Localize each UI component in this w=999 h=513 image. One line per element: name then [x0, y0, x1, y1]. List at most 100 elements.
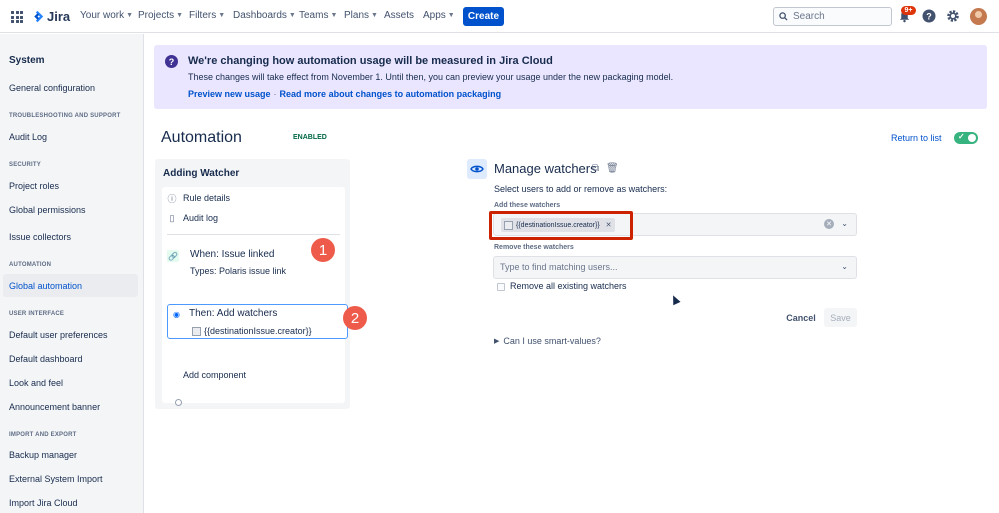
help-icon: ? [922, 9, 936, 23]
remove-watchers-field[interactable]: Type to find matching users... ⌄ [493, 256, 857, 279]
search-input[interactable]: Search [773, 7, 892, 26]
add-component-dot-icon [175, 399, 182, 406]
sidebar-item-global-automation[interactable]: Global automation [9, 281, 82, 291]
chevron-down-icon: ▼ [330, 12, 338, 19]
remove-all-label[interactable]: Remove all existing watchers [510, 281, 627, 291]
sidebar-item-default-dashboard[interactable]: Default dashboard [9, 354, 83, 364]
smart-values-label: Can I use smart-values? [503, 336, 601, 346]
sidebar-section-security: SECURITY [9, 162, 41, 168]
sidebar-item-global-permissions[interactable]: Global permissions [9, 205, 86, 215]
action-card-add-watchers[interactable]: ◉ Then: Add watchers {{destinationIssue.… [167, 304, 348, 339]
annotation-marker-1: 1 [311, 238, 335, 262]
divider [167, 234, 340, 235]
sidebar-item-audit-log[interactable]: Audit Log [9, 132, 47, 142]
nav-teams[interactable]: Teams ▼ [299, 10, 337, 21]
smart-values-expander[interactable]: ▶ Can I use smart-values? [494, 336, 601, 346]
highlight-box [489, 211, 633, 240]
link-icon: 🔗 [167, 250, 179, 262]
banner-title: We're changing how automation usage will… [188, 55, 553, 67]
rule-details-label: Rule details [183, 193, 231, 203]
banner-links: Preview new usage · Read more about change… [188, 89, 501, 99]
preview-usage-link[interactable]: Preview new usage [188, 89, 271, 99]
rule-details-item[interactable]: ⓘ Rule details [167, 193, 231, 204]
remove-all-checkbox[interactable] [497, 283, 505, 291]
jira-logo-icon [34, 10, 44, 23]
trash-icon[interactable]: 🗑 [606, 163, 619, 174]
gear-icon [947, 10, 959, 22]
sidebar-item-external-system-import[interactable]: External System Import [9, 474, 103, 484]
sidebar-item-announcement-banner[interactable]: Announcement banner [9, 402, 100, 412]
audit-log-item[interactable]: ▯ Audit log [167, 212, 219, 224]
rule-name[interactable]: Adding Watcher [163, 168, 239, 179]
nav-assets[interactable]: Assets [384, 10, 414, 21]
sidebar-section-user-interface: USER INTERFACE [9, 311, 65, 317]
search-icon [779, 12, 788, 21]
nav-label: Plans [344, 10, 370, 21]
nav-your-work[interactable]: Your work ▼ [80, 10, 133, 21]
sidebar-title: System [9, 55, 45, 66]
sidebar-section-automation: AUTOMATION [9, 262, 52, 268]
sidebar-section-import-export: IMPORT AND EXPORT [9, 432, 77, 438]
action-subtitle-text: {{destinationIssue.creator}} [204, 326, 312, 336]
create-button[interactable]: Create [463, 7, 504, 26]
sidebar-item-project-roles[interactable]: Project roles [9, 181, 59, 191]
return-to-list-link[interactable]: Return to list [891, 133, 942, 143]
trigger-title[interactable]: When: Issue linked [190, 249, 275, 260]
sidebar-item-issue-collectors[interactable]: Issue collectors [9, 232, 71, 242]
sidebar-item-default-user-preferences[interactable]: Default user preferences [9, 330, 108, 340]
add-watchers-label: Add these watchers [494, 202, 561, 209]
remove-watchers-label: Remove these watchers [494, 244, 574, 251]
avatar[interactable] [970, 8, 987, 25]
nav-filters[interactable]: Filters ▼ [189, 10, 225, 21]
nav-projects[interactable]: Projects ▼ [138, 10, 183, 21]
help-button[interactable]: ? [921, 8, 937, 24]
config-title: Manage watchers [494, 161, 597, 176]
rule-enabled-toggle[interactable]: ✓ [954, 132, 978, 144]
info-banner: ? We're changing how automation usage wi… [154, 45, 987, 109]
nav-plans[interactable]: Plans ▼ [344, 10, 378, 21]
settings-button[interactable] [945, 8, 961, 24]
clear-icon[interactable]: ✕ [824, 219, 834, 229]
user-avatar-placeholder-icon [192, 326, 201, 336]
info-icon: ⓘ [167, 193, 177, 204]
chevron-down-icon: ▼ [176, 12, 184, 19]
banner-text: These changes will take effect from Nove… [188, 72, 674, 82]
sidebar-item-general-configuration[interactable]: General configuration [9, 83, 95, 93]
chevron-down-icon[interactable]: ⌄ [841, 219, 848, 228]
save-button[interactable]: Save [824, 308, 857, 327]
nav-label: Assets [384, 10, 415, 21]
eye-icon: ◉ [173, 310, 180, 319]
document-icon: ▯ [169, 212, 175, 223]
add-component-button[interactable]: Add component [183, 370, 246, 380]
nav-label: Filters [189, 10, 217, 21]
config-description: Select users to add or remove as watcher… [494, 184, 668, 194]
sidebar: System General configuration TROUBLESHOO… [0, 34, 144, 513]
nav-label: Projects [138, 10, 175, 21]
check-icon: ✓ [958, 132, 965, 141]
nav-label: Apps [423, 10, 446, 21]
nav-dashboards[interactable]: Dashboards ▼ [233, 10, 296, 21]
copy-icon[interactable]: ⧉ [592, 163, 599, 174]
app-switcher-icon[interactable] [11, 11, 23, 23]
link-separator: · [273, 89, 277, 99]
page-title: Automation [161, 129, 242, 146]
nav-label: Teams [299, 10, 329, 21]
jira-logo[interactable]: Jira [31, 9, 70, 24]
audit-log-label: Audit log [183, 213, 219, 223]
cancel-button[interactable]: Cancel [783, 308, 819, 327]
annotation-marker-2: 2 [343, 306, 367, 330]
chevron-down-icon[interactable]: ⌄ [841, 262, 848, 271]
action-title: Then: Add watchers [189, 308, 278, 319]
sidebar-item-look-and-feel[interactable]: Look and feel [9, 378, 63, 388]
action-subtitle: {{destinationIssue.creator}} [192, 326, 312, 336]
nav-label: Dashboards [233, 10, 287, 21]
chevron-down-icon: ▼ [126, 12, 134, 19]
sidebar-item-backup-manager[interactable]: Backup manager [9, 450, 77, 460]
chevron-right-icon: ▶ [494, 338, 500, 345]
read-more-link[interactable]: Read more about changes to automation pa… [280, 89, 502, 99]
sidebar-item-import-jira-cloud[interactable]: Import Jira Cloud [9, 498, 78, 508]
nav-apps[interactable]: Apps ▼ [423, 10, 455, 21]
sidebar-section-troubleshooting: TROUBLESHOOTING AND SUPPORT [9, 113, 121, 119]
logo-text: Jira [47, 9, 71, 24]
remove-watchers-placeholder: Type to find matching users... [500, 262, 618, 272]
